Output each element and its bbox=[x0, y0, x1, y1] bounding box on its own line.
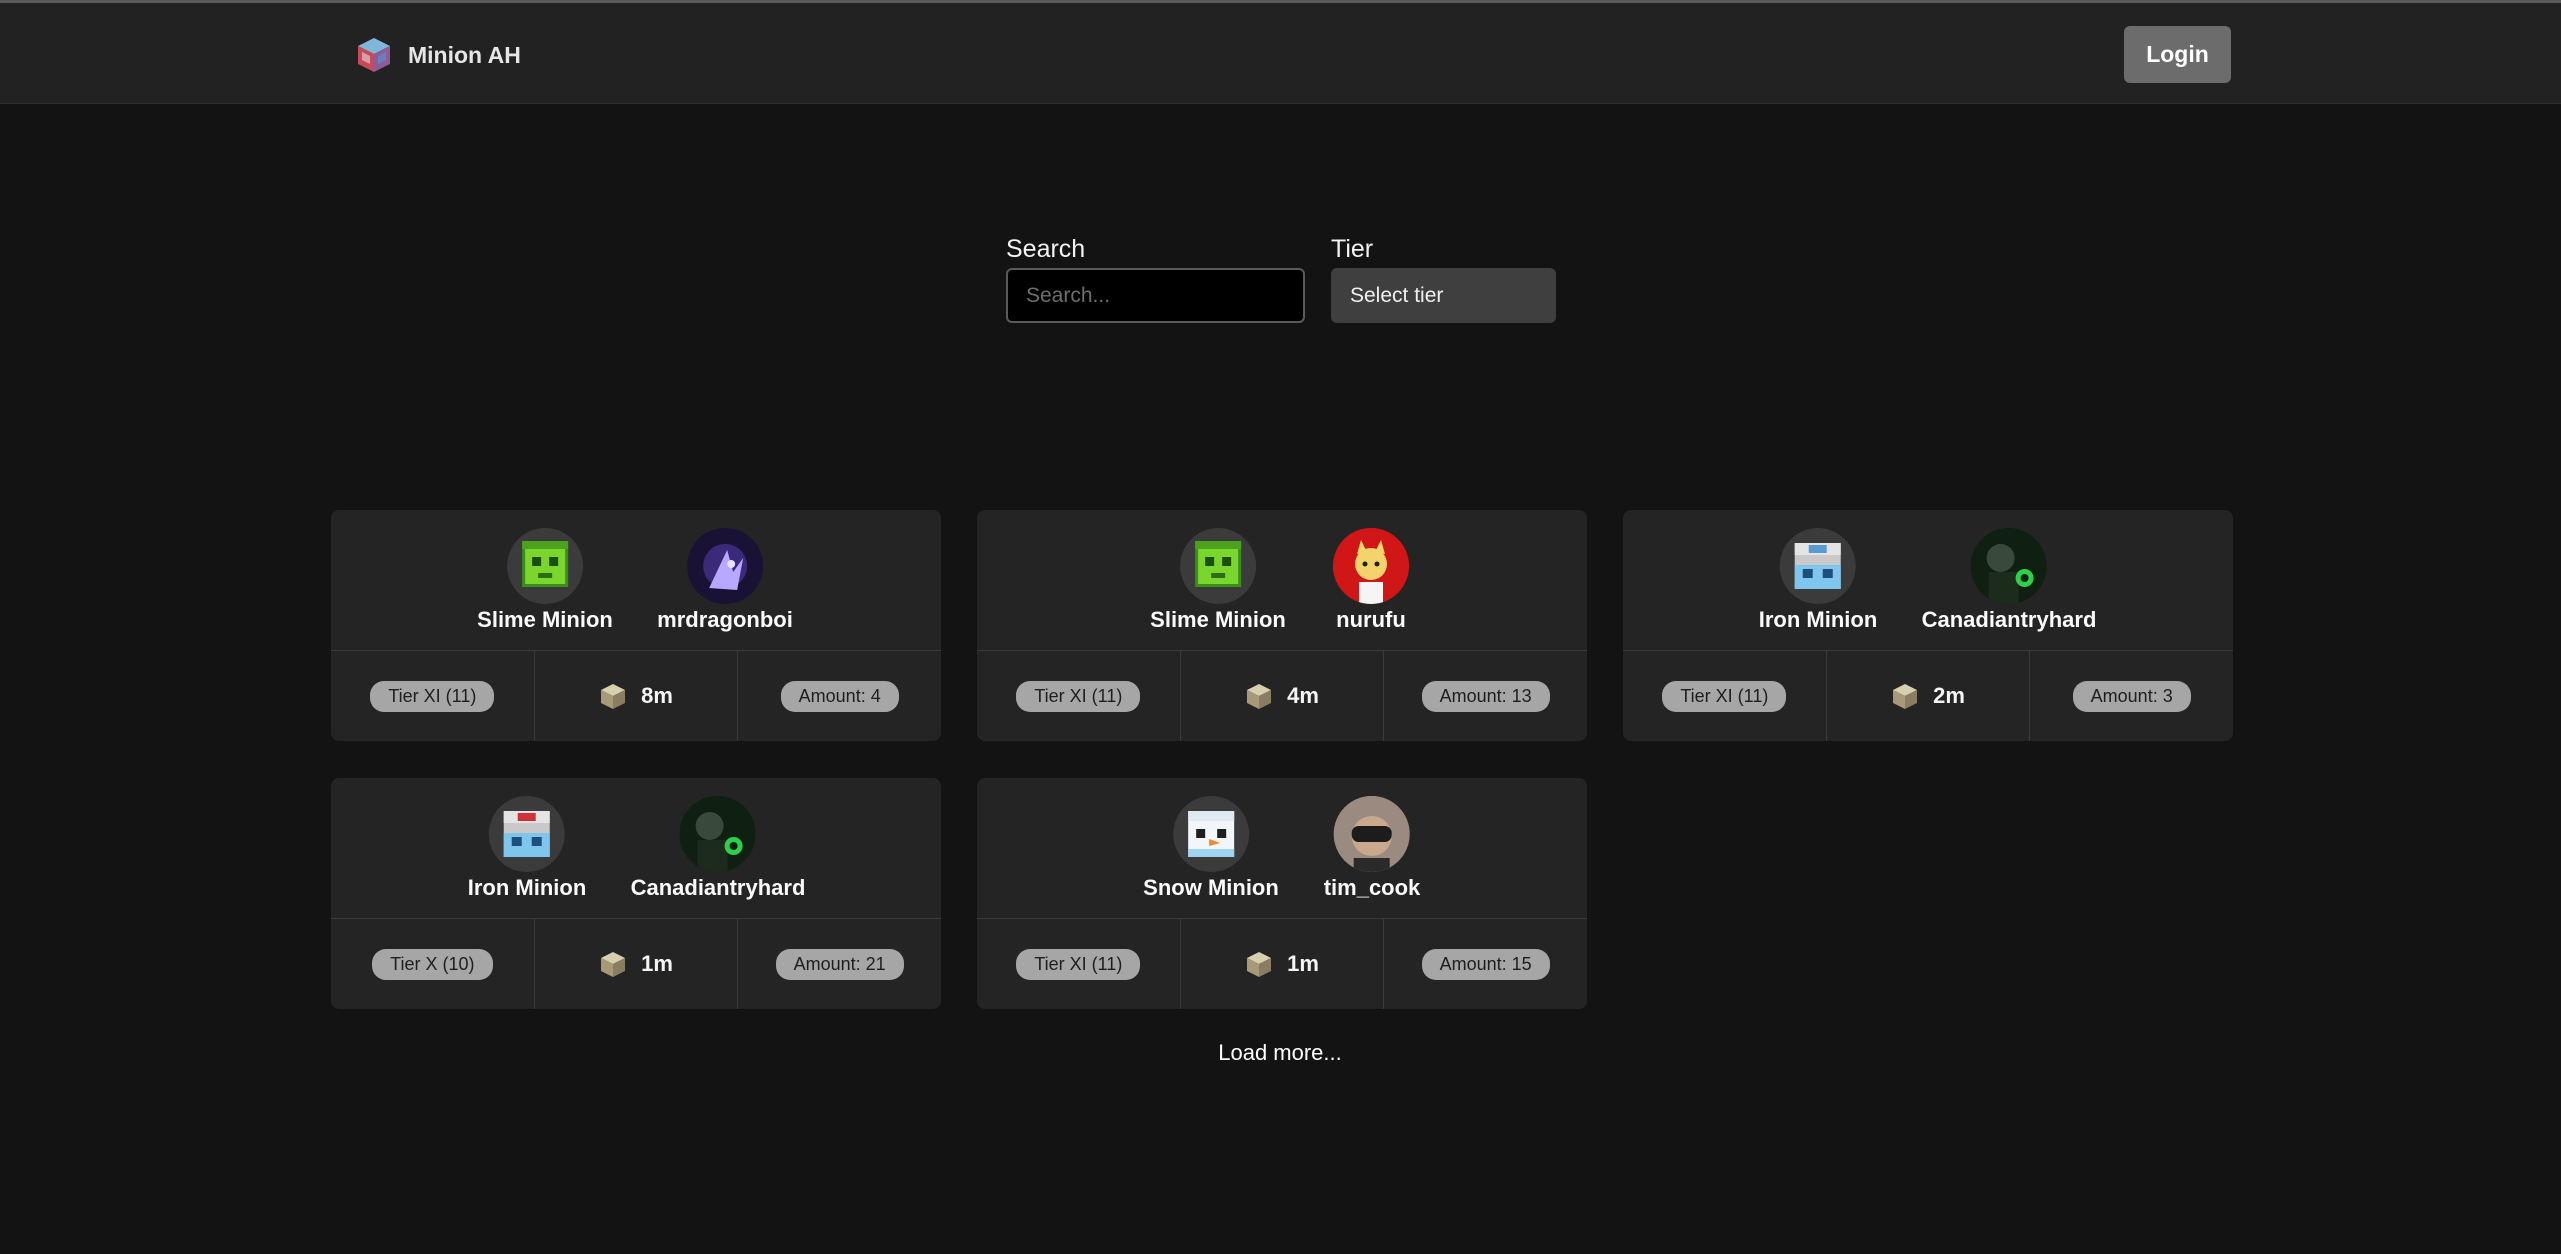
amount-badge: Amount: 15 bbox=[1421, 948, 1550, 980]
minion-name: Snow Minion bbox=[1143, 875, 1279, 900]
seller-name: Canadiantryhard bbox=[1921, 607, 2097, 632]
tier-badge: Tier XI (11) bbox=[1016, 948, 1141, 980]
tier-cell: Tier XI (11) bbox=[1623, 651, 1826, 741]
brand-name: Minion AH bbox=[408, 41, 521, 68]
price-value: 8m bbox=[641, 683, 673, 708]
minion-name: Slime Minion bbox=[1150, 607, 1286, 632]
amount-cell: Amount: 4 bbox=[737, 651, 941, 741]
iron-minion-icon bbox=[489, 796, 565, 872]
card-header: Slime Minion nurufu bbox=[977, 510, 1587, 650]
price-cell: 1m bbox=[1179, 919, 1384, 1009]
minion-entity: Slime Minion bbox=[1150, 528, 1286, 633]
search-label: Search bbox=[1006, 235, 1086, 263]
load-more-button[interactable]: Load more... bbox=[1180, 1040, 1380, 1074]
card-details: Tier X (10) 1m Amount: 21 bbox=[331, 918, 941, 1009]
listing-card[interactable]: Iron Minion Canadiantryhard Tier X (10) … bbox=[331, 778, 941, 1009]
minion-entity: Snow Minion bbox=[1143, 796, 1279, 901]
seller-name: tim_cook bbox=[1323, 875, 1421, 900]
filter-bar: Search Tier Select tier bbox=[1006, 234, 1556, 323]
search-filter: Search bbox=[1006, 234, 1305, 323]
amount-cell: Amount: 15 bbox=[1383, 919, 1587, 1009]
tier-cell: Tier X (10) bbox=[331, 919, 534, 1009]
price-cell: 4m bbox=[1179, 651, 1384, 741]
price-value: 1m bbox=[1287, 951, 1319, 976]
seller-entity[interactable]: mrdragonboi bbox=[657, 528, 793, 633]
search-input[interactable] bbox=[1006, 268, 1305, 323]
card-header: Slime Minion mrdragonboi bbox=[331, 510, 941, 650]
amount-badge: Amount: 13 bbox=[1421, 680, 1550, 712]
amount-badge: Amount: 21 bbox=[775, 948, 904, 980]
coin-block-icon bbox=[601, 952, 626, 977]
amount-badge: Amount: 3 bbox=[2072, 680, 2191, 712]
price-cell: 2m bbox=[1825, 651, 2030, 741]
listing-card[interactable]: Slime Minion mrdragonboi Tier XI (11) 8m… bbox=[331, 510, 941, 741]
price-value: 1m bbox=[641, 951, 673, 976]
coin-block-icon bbox=[1247, 952, 1272, 977]
minion-entity: Iron Minion bbox=[1758, 528, 1878, 633]
minion-cube-logo-icon bbox=[358, 38, 390, 72]
listing-card[interactable]: Slime Minion nurufu Tier XI (11) 4m Amou… bbox=[977, 510, 1587, 741]
price-value: 2m bbox=[1933, 683, 1965, 708]
minion-entity: Iron Minion bbox=[467, 796, 587, 901]
tier-badge: Tier XI (11) bbox=[1016, 680, 1141, 712]
coin-block-icon bbox=[601, 684, 626, 709]
minion-name: Slime Minion bbox=[477, 607, 613, 632]
tier-badge: Tier XI (11) bbox=[1662, 680, 1787, 712]
tier-badge: Tier XI (11) bbox=[370, 680, 495, 712]
snow-minion-icon bbox=[1173, 796, 1249, 872]
slime-minion-icon bbox=[1180, 528, 1256, 604]
slime-minion-icon bbox=[507, 528, 583, 604]
price-cell: 8m bbox=[533, 651, 738, 741]
navbar: Minion AH Login bbox=[0, 3, 2561, 104]
card-header: Snow Minion tim_cook bbox=[977, 778, 1587, 918]
tier-cell: Tier XI (11) bbox=[331, 651, 534, 741]
seller-entity[interactable]: tim_cook bbox=[1323, 796, 1421, 901]
green-lantern-avatar-icon bbox=[679, 796, 756, 872]
amount-cell: Amount: 13 bbox=[1383, 651, 1587, 741]
login-button[interactable]: Login bbox=[2124, 26, 2231, 83]
purple-dragon-avatar-icon bbox=[686, 528, 763, 604]
coin-block-icon bbox=[1247, 684, 1272, 709]
tier-cell: Tier XI (11) bbox=[977, 651, 1180, 741]
card-details: Tier XI (11) 1m Amount: 15 bbox=[977, 918, 1587, 1009]
iron-minion-icon bbox=[1780, 528, 1856, 604]
tier-label: Tier bbox=[1331, 235, 1374, 263]
coin-block-icon bbox=[1893, 684, 1918, 709]
tier-filter: Tier Select tier bbox=[1331, 234, 1556, 323]
amount-cell: Amount: 21 bbox=[737, 919, 941, 1009]
tier-select[interactable]: Select tier bbox=[1331, 268, 1556, 323]
listing-card[interactable]: Iron Minion Canadiantryhard Tier XI (11)… bbox=[1623, 510, 2233, 741]
green-lantern-avatar-icon bbox=[1970, 528, 2047, 604]
card-details: Tier XI (11) 4m Amount: 13 bbox=[977, 650, 1587, 741]
seller-entity[interactable]: Canadiantryhard bbox=[630, 796, 806, 901]
card-header: Iron Minion Canadiantryhard bbox=[331, 778, 941, 918]
amount-badge: Amount: 4 bbox=[780, 680, 899, 712]
red-character-avatar-icon bbox=[1333, 528, 1409, 604]
seller-name: nurufu bbox=[1336, 607, 1406, 632]
tier-cell: Tier XI (11) bbox=[977, 919, 1180, 1009]
minion-name: Iron Minion bbox=[467, 875, 587, 900]
seller-entity[interactable]: Canadiantryhard bbox=[1921, 528, 2097, 633]
vr-headset-avatar-icon bbox=[1334, 796, 1410, 872]
seller-name: mrdragonboi bbox=[657, 607, 793, 632]
tier-select-value: Select tier bbox=[1350, 283, 1444, 307]
card-details: Tier XI (11) 2m Amount: 3 bbox=[1623, 650, 2233, 741]
seller-name: Canadiantryhard bbox=[630, 875, 806, 900]
amount-cell: Amount: 3 bbox=[2029, 651, 2233, 741]
minion-name: Iron Minion bbox=[1758, 607, 1878, 632]
tier-badge: Tier X (10) bbox=[372, 948, 493, 980]
seller-entity[interactable]: nurufu bbox=[1333, 528, 1409, 633]
minion-entity: Slime Minion bbox=[477, 528, 613, 633]
price-value: 4m bbox=[1287, 683, 1319, 708]
brand[interactable]: Minion AH bbox=[354, 33, 521, 77]
listing-card[interactable]: Snow Minion tim_cook Tier XI (11) 1m Amo… bbox=[977, 778, 1587, 1009]
card-details: Tier XI (11) 8m Amount: 4 bbox=[331, 650, 941, 741]
price-cell: 1m bbox=[533, 919, 738, 1009]
card-header: Iron Minion Canadiantryhard bbox=[1623, 510, 2233, 650]
